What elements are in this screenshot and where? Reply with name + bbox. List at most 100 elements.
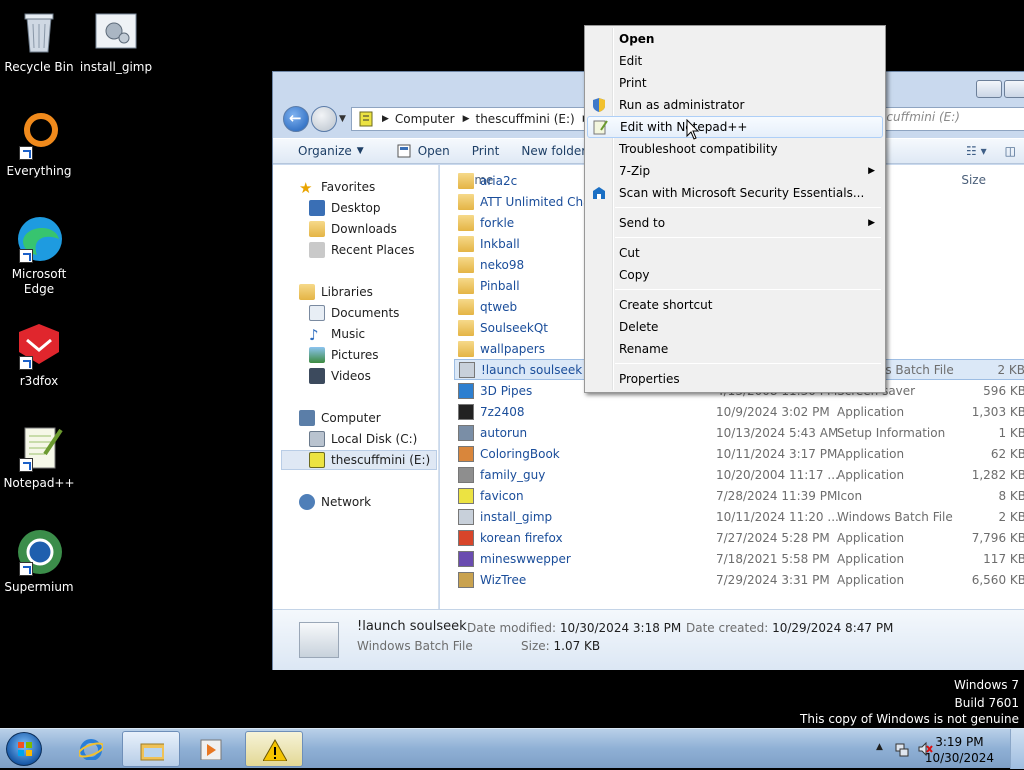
- desktop-icon-label: install_gimp: [79, 60, 153, 74]
- taskbar-warning-app[interactable]: [245, 731, 303, 767]
- folder-icon: [458, 235, 474, 252]
- windows-build-text: Build 7601: [954, 696, 1019, 710]
- nav-label: Computer: [321, 411, 381, 425]
- desktop-icon-label: r3dfox: [19, 374, 59, 388]
- window-controls: [976, 80, 1024, 98]
- search-input[interactable]: scuffmini (E:): [880, 110, 960, 124]
- desktop-icon-recycle-bin[interactable]: Recycle Bin: [1, 8, 77, 75]
- menu-item-edit-with-notepadpp[interactable]: Edit with Notepad++: [587, 116, 883, 138]
- menu-item-rename[interactable]: Rename: [587, 338, 883, 360]
- change-view-icon[interactable]: ☷ ▾: [966, 144, 987, 158]
- clock[interactable]: 3:19 PM 10/30/2024: [925, 734, 994, 766]
- menu-item-print[interactable]: Print: [587, 72, 883, 94]
- print-button[interactable]: Print: [461, 144, 511, 158]
- file-row[interactable]: korean firefox 7/27/2024 5:28 PM Applicati…: [454, 527, 1024, 548]
- forward-button[interactable]: [311, 106, 337, 132]
- folder-icon: [458, 172, 474, 189]
- menu-item-properties[interactable]: Properties: [587, 368, 883, 390]
- menu-label: Cut: [619, 246, 640, 260]
- internet-explorer-icon: [79, 739, 103, 760]
- file-row[interactable]: ColoringBook 10/11/2024 3:17 PM Applicatio…: [454, 443, 1024, 464]
- desktop-icon-r3dfox[interactable]: r3dfox: [1, 322, 77, 389]
- start-button[interactable]: [6, 732, 42, 766]
- nav-label: Desktop: [331, 201, 381, 215]
- uac-shield-icon: [593, 98, 605, 112]
- batch-file-icon: [299, 622, 339, 658]
- file-type: Application: [837, 530, 905, 545]
- desktop-icon-supermium[interactable]: Supermium: [1, 528, 77, 595]
- recycle-bin-icon: [15, 8, 63, 56]
- desktop-icon-install-gimp[interactable]: install_gimp: [78, 8, 154, 75]
- nav-label: Videos: [331, 369, 371, 383]
- menu-item-copy[interactable]: Copy: [587, 264, 883, 286]
- shortcut-arrow-icon: [19, 146, 33, 160]
- security-essentials-icon: [593, 187, 605, 199]
- recent-pages-chevron-icon[interactable]: ▼: [339, 114, 346, 124]
- show-hidden-icons-chevron-icon[interactable]: ▲: [876, 742, 883, 752]
- desktop-icon-everything[interactable]: Everything: [1, 112, 77, 179]
- desktop-icon-notepad-plus-plus[interactable]: Notepad++: [1, 424, 77, 491]
- file-row[interactable]: autorun 10/13/2024 5:43 AM Setup Informati…: [454, 422, 1024, 443]
- menu-item-edit[interactable]: Edit: [587, 50, 883, 72]
- everything-icon: [15, 112, 63, 160]
- music-icon: ♪: [309, 326, 319, 344]
- file-date: 7/18/2021 5:58 PM: [716, 551, 830, 566]
- file-row[interactable]: 7z2408 10/9/2024 3:02 PM Application 1,303 …: [454, 401, 1024, 422]
- minimize-button[interactable]: [976, 80, 1002, 98]
- file-size: 7,796 KB: [971, 530, 1024, 545]
- menu-item-7zip[interactable]: 7-Zip ▶: [587, 160, 883, 182]
- menu-item-open[interactable]: Open: [587, 28, 883, 50]
- chevron-down-icon: ▼: [356, 146, 364, 156]
- menu-separator: [615, 363, 881, 364]
- file-name: korean firefox: [480, 530, 563, 545]
- file-date: 10/13/2024 5:43 AM: [716, 425, 839, 440]
- file-icon: [459, 361, 475, 378]
- menu-item-troubleshoot[interactable]: Troubleshoot compatibility: [587, 138, 883, 160]
- preview-pane-icon[interactable]: ◫: [1005, 144, 1016, 158]
- back-button[interactable]: [283, 106, 309, 132]
- menu-item-delete[interactable]: Delete: [587, 316, 883, 338]
- menu-item-run-as-admin[interactable]: Run as administrator: [587, 94, 883, 116]
- taskbar-internet-explorer[interactable]: [62, 731, 120, 767]
- open-button[interactable]: Open: [385, 143, 461, 159]
- desktop-icon-microsoft-edge[interactable]: Microsoft Edge: [1, 215, 77, 297]
- file-date: 7/28/2024 11:39 PM: [716, 488, 838, 503]
- file-type: Application: [837, 446, 905, 461]
- taskbar-file-explorer[interactable]: [122, 731, 180, 767]
- file-row[interactable]: family_guy 10/20/2004 11:17 ... Applicatio…: [454, 464, 1024, 485]
- file-row[interactable]: WizTree 7/29/2024 3:31 PM Application 6,560…: [454, 569, 1024, 590]
- network-tray-icon[interactable]: [894, 741, 910, 757]
- menu-item-create-shortcut[interactable]: Create shortcut: [587, 294, 883, 316]
- file-name: family_guy: [480, 467, 546, 482]
- menu-item-cut[interactable]: Cut: [587, 242, 883, 264]
- notepadpp-icon: [15, 424, 63, 472]
- clock-date: 10/30/2024: [924, 751, 994, 765]
- menu-item-send-to[interactable]: Send to ▶: [587, 212, 883, 234]
- breadcrumb-chevron-icon[interactable]: ▶: [382, 114, 389, 124]
- desktop-icon-label: Supermium: [4, 580, 74, 594]
- maximize-button[interactable]: [1004, 80, 1024, 98]
- file-icon: [458, 508, 474, 525]
- menu-item-scan-mse[interactable]: Scan with Microsoft Security Essentials.…: [587, 182, 883, 204]
- nav-label: thescuffmini (E:): [331, 453, 431, 467]
- clock-time: 3:19 PM: [935, 735, 984, 749]
- file-row[interactable]: mineswwepper 7/18/2021 5:58 PM Application…: [454, 548, 1024, 569]
- menu-label: Run as administrator: [619, 98, 745, 112]
- file-date: 7/27/2024 5:28 PM: [716, 530, 830, 545]
- shortcut-arrow-icon: [19, 249, 33, 263]
- breadcrumb-drive[interactable]: thescuffmini (E:): [476, 112, 575, 126]
- breadcrumb-computer[interactable]: Computer: [395, 112, 455, 126]
- nav-thescuffmini-e[interactable]: thescuffmini (E:): [281, 450, 437, 470]
- file-row[interactable]: install_gimp 10/11/2024 11:20 ... Windows …: [454, 506, 1024, 527]
- file-type: Application: [837, 572, 905, 587]
- file-name: ColoringBook: [480, 446, 560, 461]
- file-size: 6,560 KB: [971, 572, 1024, 587]
- folder-icon: [458, 193, 474, 210]
- file-size: 1 KB: [998, 425, 1024, 440]
- file-row[interactable]: favicon 7/28/2024 11:39 PM Icon 8 KB: [454, 485, 1024, 506]
- taskbar-media-player[interactable]: [182, 731, 240, 767]
- organize-button[interactable]: Organize ▼: [273, 144, 375, 158]
- breadcrumb-chevron-icon[interactable]: ▶: [463, 114, 470, 124]
- show-desktop-button[interactable]: [1010, 729, 1024, 769]
- file-type: Setup Information: [837, 425, 946, 440]
